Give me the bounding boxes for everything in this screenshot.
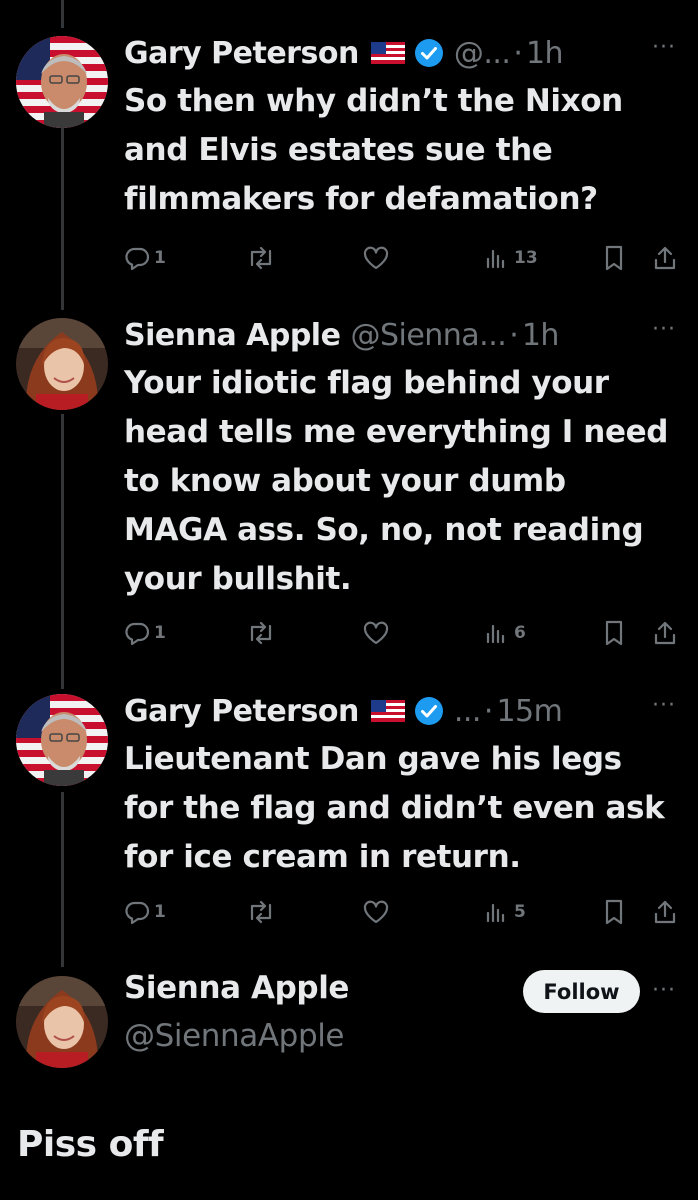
reply-button[interactable]: 1 [124, 618, 166, 648]
reply-count: 1 [154, 902, 166, 922]
bookmark-icon [605, 245, 623, 271]
bookmark-icon [605, 899, 623, 925]
post-text: Piss off [17, 1124, 164, 1165]
thread-line [61, 0, 64, 28]
reply-count: 1 [154, 248, 166, 268]
display-name[interactable]: Gary Peterson [124, 694, 359, 729]
retweet-icon [250, 246, 272, 270]
avatar[interactable] [16, 694, 108, 786]
share-icon [654, 621, 676, 645]
retweet-button[interactable] [246, 897, 280, 927]
tweet-header: Gary Peterson @... · 1h [124, 33, 564, 73]
tweet-actions: 1 13 [124, 243, 684, 273]
tweet[interactable]: Sienna Apple @Sienna... · 1h ··· Your id… [0, 315, 698, 655]
retweet-button[interactable] [246, 243, 280, 273]
display-name[interactable]: Sienna Apple [124, 318, 341, 353]
tweet-text: Lieutenant Dan gave his legs for the fla… [124, 741, 665, 875]
like-button[interactable] [362, 243, 394, 273]
bookmark-button[interactable] [602, 897, 626, 927]
display-name[interactable]: Sienna Apple [124, 970, 349, 1006]
tweet-header: Sienna Apple @Sienna... · 1h [124, 315, 559, 355]
share-button[interactable] [652, 897, 678, 927]
reply-icon [125, 247, 150, 271]
view-count: 6 [514, 623, 526, 643]
bookmark-button[interactable] [602, 618, 626, 648]
share-icon [654, 900, 676, 924]
more-options-icon[interactable]: ··· [652, 317, 676, 342]
views-chart-icon [486, 249, 505, 269]
retweet-button[interactable] [246, 618, 280, 648]
reply-button[interactable]: 1 [124, 243, 166, 273]
views-chart-icon [486, 624, 505, 644]
share-button[interactable] [652, 243, 678, 273]
bookmark-button[interactable] [602, 243, 626, 273]
reply-icon [125, 901, 150, 925]
timestamp[interactable]: 1h [522, 318, 560, 353]
heart-icon [363, 621, 389, 645]
handle[interactable]: @Sienna... [350, 318, 506, 353]
views-button[interactable]: 5 [484, 897, 526, 927]
view-count: 5 [514, 902, 526, 922]
timestamp[interactable]: 15m [496, 694, 562, 729]
handle[interactable]: ... [454, 694, 482, 729]
like-button[interactable] [362, 897, 394, 927]
more-options-icon[interactable]: ··· [652, 693, 676, 718]
views-chart-icon [486, 903, 505, 923]
handle[interactable]: @SiennaApple [124, 1018, 345, 1054]
avatar[interactable] [16, 36, 108, 128]
retweet-icon [250, 621, 272, 645]
more-options-icon[interactable]: ··· [652, 978, 676, 1003]
views-button[interactable]: 13 [484, 243, 538, 273]
heart-icon [363, 900, 389, 924]
like-button[interactable] [362, 618, 394, 648]
separator: · [483, 693, 494, 729]
reply-count: 1 [154, 623, 166, 643]
main-post: Sienna Apple @SiennaApple Follow ··· [0, 970, 698, 1200]
tweet-actions: 1 5 [124, 897, 684, 927]
handle[interactable]: @... [454, 36, 511, 71]
share-button[interactable] [652, 618, 678, 648]
heart-icon [363, 246, 389, 270]
verified-badge-icon[interactable] [414, 696, 444, 726]
timestamp[interactable]: 1h [526, 36, 564, 71]
view-count: 13 [514, 248, 538, 268]
views-button[interactable]: 6 [484, 618, 526, 648]
us-flag-icon [370, 42, 405, 64]
reply-button[interactable]: 1 [124, 897, 166, 927]
avatar[interactable] [16, 318, 108, 410]
retweet-icon [250, 900, 272, 924]
avatar[interactable] [16, 976, 108, 1068]
tweet-header: Gary Peterson ... · 15m [124, 691, 563, 731]
bookmark-icon [605, 620, 623, 646]
separator: · [509, 317, 519, 353]
verified-badge-icon[interactable] [414, 38, 444, 68]
more-options-icon[interactable]: ··· [652, 35, 676, 60]
tweet-actions: 1 6 [124, 618, 684, 648]
tweet[interactable]: Gary Peterson @... · 1h ··· So then why … [0, 33, 698, 283]
tweet-text: So then why didn’t the Nixon and Elvis e… [124, 83, 623, 217]
share-icon [654, 246, 676, 270]
us-flag-icon [370, 700, 405, 722]
tweet[interactable]: Gary Peterson ... · 15m ··· Lieutenant D… [0, 691, 698, 941]
follow-button[interactable]: Follow [523, 970, 640, 1013]
display-name[interactable]: Gary Peterson [124, 36, 359, 71]
separator: · [513, 35, 523, 71]
tweet-text: Your idiotic flag behind your head tells… [124, 365, 669, 597]
reply-icon [125, 622, 150, 646]
